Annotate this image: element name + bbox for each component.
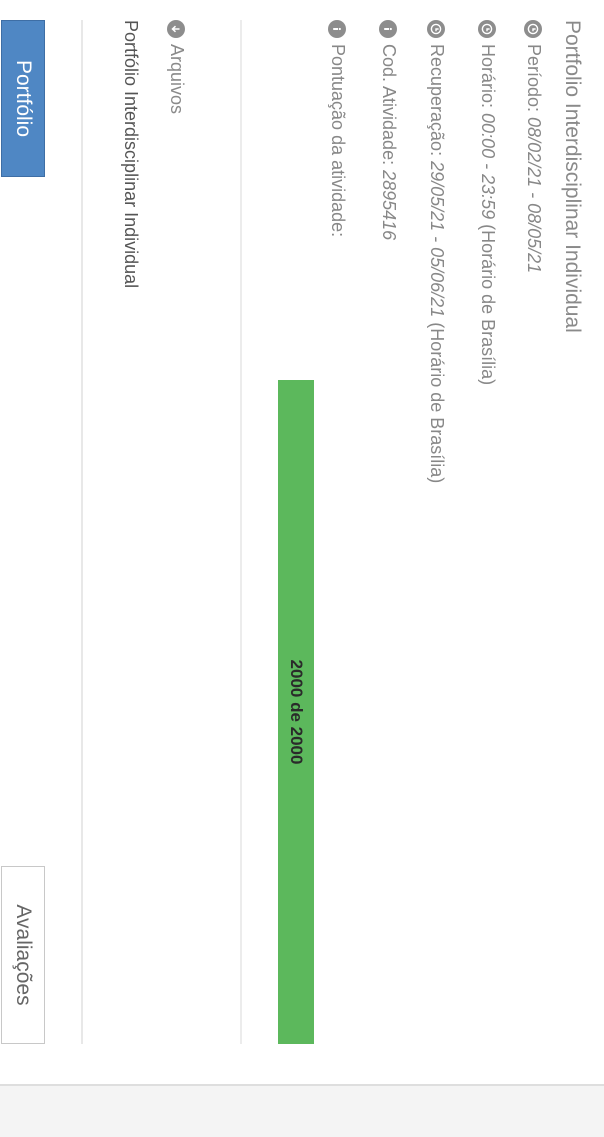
footer-area: [0, 1084, 604, 1137]
schedule-label: Horário:: [478, 44, 498, 109]
period-value: 08/02/21 - 08/05/21: [524, 117, 544, 274]
recovery-label: Recuperação:: [427, 44, 447, 157]
divider: [240, 20, 242, 1044]
score-label: Pontuação da atividade:: [328, 44, 348, 238]
activity-code-value: 2895416: [379, 170, 399, 241]
clock-icon: [524, 20, 543, 38]
tab-avaliacoes[interactable]: Avaliações: [1, 866, 45, 1044]
screen: Portfolio Interdisciplinar Individual Pe…: [0, 0, 604, 1137]
info-icon: [328, 20, 347, 38]
period-row: Período: 08/02/21 - 08/05/21: [523, 20, 544, 273]
score-row: Pontuação da atividade:: [327, 20, 348, 237]
recovery-timezone: (Horário de Brasília): [427, 322, 447, 484]
files-link[interactable]: Arquivos: [166, 20, 187, 114]
clock-icon: [478, 20, 497, 38]
activity-code-row: Cod. Atividade: 2895416: [378, 20, 399, 240]
panel-divider: [81, 20, 83, 1044]
document-name[interactable]: Portfólio Interdisciplinar Individual: [120, 20, 141, 288]
score-progress-bar: 2000 de 2000: [278, 380, 314, 1044]
tab-avaliacoes-label: Avaliações: [12, 904, 35, 1006]
activity-title: Portfolio Interdisciplinar Individual: [561, 20, 584, 333]
clock-icon: [427, 20, 446, 38]
schedule-timezone: (Horário de Brasília): [478, 224, 498, 386]
activity-code-label: Cod. Atividade:: [379, 44, 399, 166]
info-icon: [379, 20, 398, 38]
schedule-value: 00:00 - 23:59: [478, 113, 498, 220]
schedule-row: Horário: 00:00 - 23:59 (Horário de Brasí…: [477, 20, 498, 385]
tab-portfolio-label: Portfólio: [12, 59, 35, 138]
recovery-value: 29/05/21 - 05/06/21: [427, 161, 447, 318]
arrow-circle-icon: [167, 20, 186, 38]
files-link-label: Arquivos: [167, 44, 187, 115]
recovery-row: Recuperação: 29/05/21 - 05/06/21 (Horári…: [426, 20, 447, 483]
tab-portfolio[interactable]: Portfólio: [1, 20, 45, 177]
period-label: Período:: [524, 44, 544, 113]
score-progress-text: 2000 de 2000: [287, 659, 306, 765]
